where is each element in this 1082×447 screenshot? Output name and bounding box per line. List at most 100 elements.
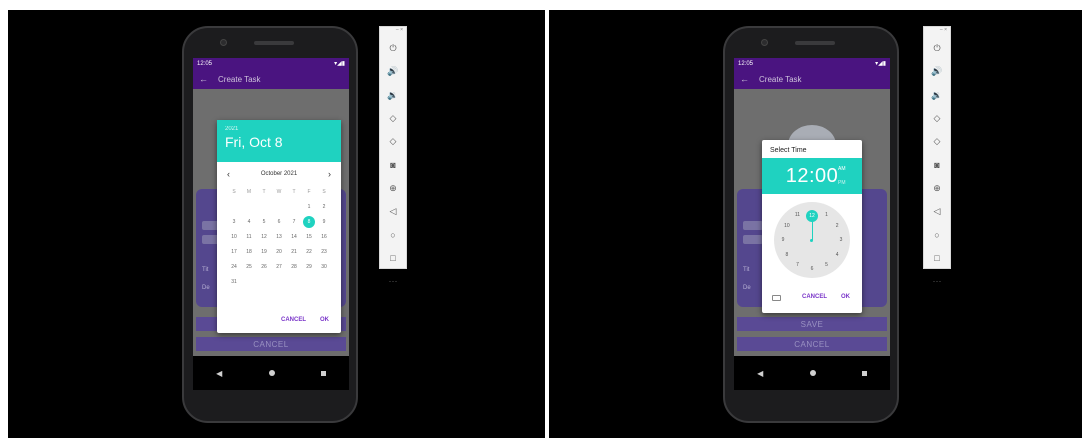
phone-screen[interactable]: 12:05 ▾◢▮ ← Create Task Tit De SAVE CANC… [193, 58, 349, 390]
screenshot-icon[interactable]: ◙ [380, 153, 406, 176]
overview-icon[interactable]: □ [924, 247, 950, 270]
calendar-day[interactable]: 11 [242, 229, 257, 244]
volume-down-icon[interactable]: 🔉 [380, 84, 406, 107]
back-arrow-icon[interactable]: ← [199, 74, 208, 84]
calendar-day[interactable]: 22 [302, 244, 317, 259]
time-display[interactable]: 12:00 [786, 165, 839, 188]
overview-icon[interactable]: □ [380, 247, 406, 270]
window-controls[interactable]: – × [380, 27, 406, 37]
calendar-day[interactable]: 20 [272, 244, 287, 259]
home-icon[interactable]: ○ [924, 223, 950, 246]
back-icon[interactable]: ◁ [924, 200, 950, 223]
calendar-day[interactable]: 4 [242, 214, 257, 229]
zoom-icon[interactable]: ⊕ [924, 177, 950, 200]
clock-hour[interactable]: 6 [811, 266, 814, 272]
cancel-button[interactable]: CANCEL [737, 337, 887, 351]
clock-hour[interactable]: 10 [784, 223, 790, 229]
clock-hour[interactable]: 1 [825, 212, 828, 218]
clock-hour[interactable]: 2 [836, 223, 839, 229]
calendar-day[interactable]: 21 [287, 244, 302, 259]
power-icon[interactable]: ⏻ [924, 37, 950, 60]
clock-hour[interactable]: 11 [795, 212, 800, 218]
nav-recents-icon[interactable] [320, 370, 326, 376]
date-ok-button[interactable]: OK [320, 317, 329, 323]
volume-up-icon[interactable]: 🔊 [380, 60, 406, 83]
time-picker-actions: CANCEL OK [762, 294, 862, 300]
clock-hour[interactable]: 7 [796, 262, 799, 268]
camera-icon [761, 39, 768, 46]
weekday-header: M [246, 188, 252, 195]
calendar-day-selected[interactable]: 8 [302, 214, 317, 229]
calendar-day[interactable]: 17 [227, 244, 242, 259]
calendar-empty-cell [287, 199, 302, 214]
calendar-day[interactable]: 3 [227, 214, 242, 229]
calendar-day[interactable]: 9 [317, 214, 332, 229]
rotate-left-icon[interactable]: ◇ [380, 107, 406, 130]
date-picker-year[interactable]: 2021 [225, 126, 333, 132]
clock-hour[interactable]: 9 [782, 237, 785, 243]
back-icon[interactable]: ◁ [380, 200, 406, 223]
calendar-day[interactable]: 23 [317, 244, 332, 259]
nav-back-icon[interactable]: ◀ [216, 369, 222, 378]
time-ok-button[interactable]: OK [841, 294, 850, 300]
calendar-day[interactable]: 10 [227, 229, 242, 244]
volume-down-icon[interactable]: 🔉 [924, 84, 950, 107]
emulator-toolbar: – × ⏻ 🔊 🔉 ◇ ◇ ◙ ⊕ ◁ ○ □ ⋯ [923, 26, 951, 286]
clock-hour[interactable]: 5 [825, 262, 828, 268]
volume-up-icon[interactable]: 🔊 [924, 60, 950, 83]
phone-screen[interactable]: 12:05 ▾◢▮ ← Create Task Tit De SAVE CANC… [734, 58, 890, 390]
nav-home-icon[interactable] [268, 370, 275, 376]
calendar-day[interactable]: 2 [317, 199, 332, 214]
more-icon[interactable]: ⋯ [380, 270, 406, 293]
calendar-day[interactable]: 24 [227, 259, 242, 274]
calendar-empty-cell [227, 199, 242, 214]
calendar-day[interactable]: 13 [272, 229, 287, 244]
calendar-day[interactable]: 14 [287, 229, 302, 244]
clock-hour[interactable]: 3 [840, 237, 843, 243]
calendar-day[interactable]: 25 [242, 259, 257, 274]
calendar-day[interactable]: 6 [272, 214, 287, 229]
date-cancel-button[interactable]: CANCEL [281, 317, 306, 323]
calendar-day[interactable]: 30 [317, 259, 332, 274]
zoom-icon[interactable]: ⊕ [380, 177, 406, 200]
rotate-right-icon[interactable]: ◇ [924, 130, 950, 153]
title-field-label: Tit [743, 267, 750, 273]
calendar-day[interactable]: 27 [272, 259, 287, 274]
calendar-day[interactable]: 28 [287, 259, 302, 274]
month-navigation: ‹ October 2021 › [217, 162, 341, 179]
rotate-left-icon[interactable]: ◇ [924, 107, 950, 130]
calendar-day[interactable]: 18 [242, 244, 257, 259]
am-toggle[interactable]: AM [838, 166, 846, 172]
time-cancel-button[interactable]: CANCEL [802, 294, 827, 300]
screenshot-icon[interactable]: ◙ [924, 153, 950, 176]
clock-face[interactable]: 12 1 2 3 4 5 6 7 8 9 10 11 [774, 202, 850, 278]
calendar-day[interactable]: 15 [302, 229, 317, 244]
nav-back-icon[interactable]: ◀ [757, 369, 763, 378]
calendar-day[interactable]: 16 [317, 229, 332, 244]
rotate-right-icon[interactable]: ◇ [380, 130, 406, 153]
save-button[interactable]: SAVE [737, 317, 887, 331]
clock-hour[interactable]: 4 [836, 252, 839, 258]
calendar-day[interactable]: 12 [257, 229, 272, 244]
pm-toggle[interactable]: PM [838, 180, 846, 186]
calendar-day[interactable]: 5 [257, 214, 272, 229]
calendar-day[interactable]: 26 [257, 259, 272, 274]
calendar-day[interactable]: 7 [287, 214, 302, 229]
window-controls[interactable]: – × [924, 27, 950, 37]
calendar-day[interactable]: 19 [257, 244, 272, 259]
cancel-button[interactable]: CANCEL [196, 337, 346, 351]
time-picker-title: Select Time [770, 147, 807, 154]
chevron-left-icon[interactable]: ‹ [227, 169, 230, 179]
calendar-day[interactable]: 29 [302, 259, 317, 274]
nav-home-icon[interactable] [809, 370, 816, 376]
power-icon[interactable]: ⏻ [380, 37, 406, 60]
home-icon[interactable]: ○ [380, 223, 406, 246]
clock-hour-selected[interactable]: 12 [806, 210, 818, 222]
clock-hour[interactable]: 8 [785, 252, 788, 258]
nav-recents-icon[interactable] [861, 370, 867, 376]
more-icon[interactable]: ⋯ [924, 270, 950, 293]
chevron-right-icon[interactable]: › [328, 169, 331, 179]
calendar-day[interactable]: 31 [227, 274, 242, 289]
back-arrow-icon[interactable]: ← [740, 74, 749, 84]
calendar-day[interactable]: 1 [302, 199, 317, 214]
